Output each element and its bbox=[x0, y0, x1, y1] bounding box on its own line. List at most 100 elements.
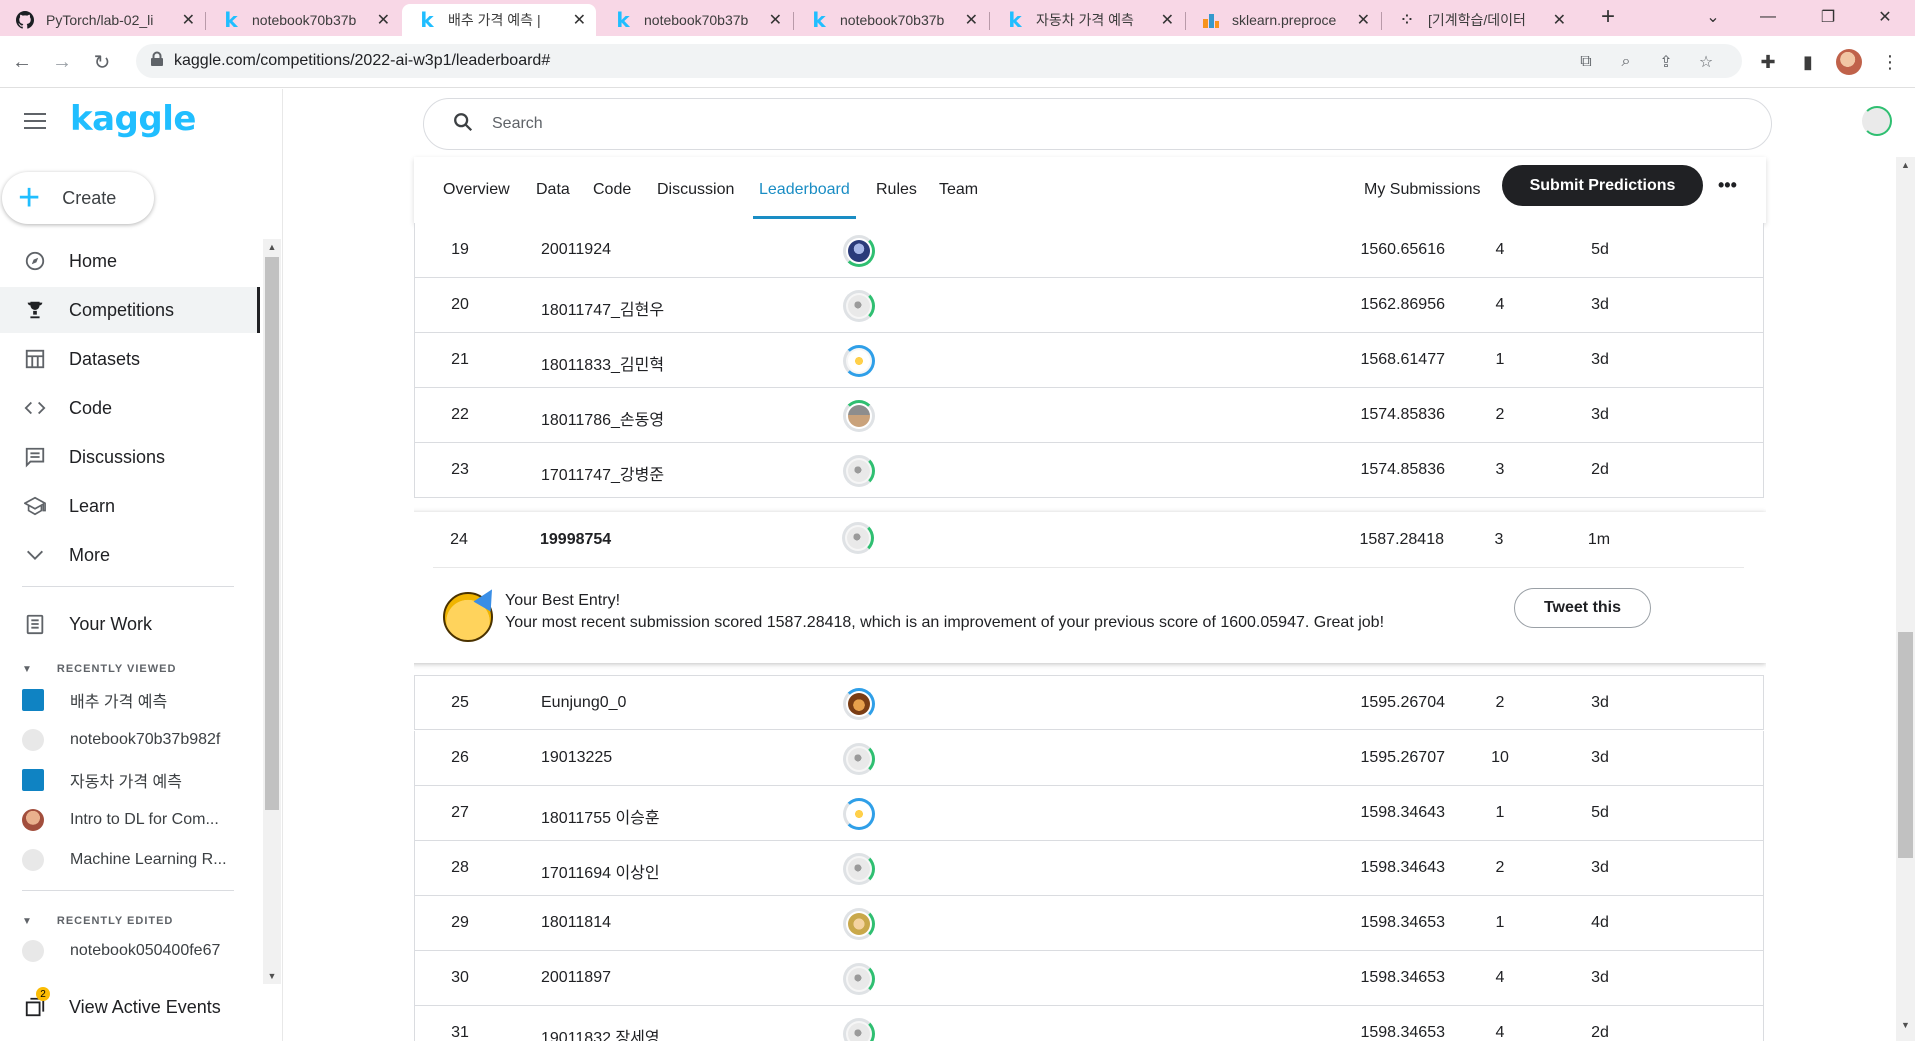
team-name-cell[interactable]: Eunjung0_0 bbox=[541, 694, 626, 712]
recent-item[interactable]: Machine Learning R... bbox=[22, 846, 262, 874]
side-panel-icon[interactable]: ▮ bbox=[1796, 50, 1820, 74]
table-row[interactable]: 19 20011924 1560.65616 4 5d bbox=[414, 223, 1764, 278]
reload-button[interactable]: ↻ bbox=[88, 48, 116, 76]
team-avatar[interactable] bbox=[843, 688, 875, 720]
zoom-icon[interactable]: ⌕ bbox=[1616, 52, 1636, 72]
table-row[interactable]: 25 Eunjung0_0 1595.26704 2 3d bbox=[414, 675, 1764, 730]
my-submissions-link[interactable]: My Submissions bbox=[1364, 181, 1480, 199]
scrollbar-thumb[interactable] bbox=[1898, 632, 1913, 858]
sidebar-item-learn[interactable]: Learn bbox=[0, 483, 260, 529]
share-icon[interactable]: ⇪ bbox=[1656, 52, 1676, 72]
team-name-cell[interactable]: 18011814 bbox=[541, 914, 611, 932]
profile-avatar[interactable] bbox=[1836, 49, 1862, 75]
browser-tab[interactable]: k notebook70b37b ✕ bbox=[206, 4, 400, 36]
new-tab-button[interactable]: + bbox=[1585, 0, 1631, 34]
sidebar-item-your-work[interactable]: Your Work bbox=[0, 601, 260, 647]
bookmark-star-icon[interactable]: ☆ bbox=[1696, 52, 1716, 72]
tab-search-chevron-icon[interactable]: ⌄ bbox=[1690, 0, 1736, 34]
close-icon[interactable]: ✕ bbox=[769, 10, 782, 30]
sidebar-item-discussions[interactable]: Discussions bbox=[0, 434, 260, 480]
restore-button[interactable]: ❐ bbox=[1805, 0, 1851, 34]
team-name-cell[interactable]: 20011897 bbox=[541, 969, 611, 987]
team-avatar[interactable] bbox=[843, 455, 875, 487]
recent-item[interactable]: notebook70b37b982f bbox=[22, 726, 262, 754]
team-avatar[interactable] bbox=[843, 400, 875, 432]
scroll-up-icon[interactable]: ▲ bbox=[263, 239, 281, 255]
team-name-cell[interactable]: 18011755 이승훈 bbox=[541, 804, 660, 828]
team-avatar[interactable] bbox=[843, 908, 875, 940]
user-avatar[interactable] bbox=[1862, 106, 1892, 136]
close-icon[interactable]: ✕ bbox=[1553, 10, 1566, 30]
team-name-cell[interactable]: 19013225 bbox=[541, 749, 612, 767]
chrome-menu-icon[interactable]: ⋮ bbox=[1878, 50, 1902, 74]
sidebar-item-code[interactable]: Code bbox=[0, 385, 260, 431]
address-bar[interactable]: kaggle.com/competitions/2022-ai-w3p1/lea… bbox=[136, 44, 1742, 78]
browser-tab[interactable]: k 자동차 가격 예측 ✕ bbox=[990, 4, 1184, 36]
table-row[interactable]: 31 19011832 장세영 1598.34653 4 2d bbox=[414, 1006, 1764, 1041]
tab-code[interactable]: Code bbox=[593, 173, 631, 207]
browser-tab[interactable]: ⁘ [기계학습/데이터 ✕ bbox=[1382, 4, 1576, 36]
close-icon[interactable]: ✕ bbox=[573, 10, 586, 30]
team-avatar[interactable] bbox=[843, 743, 875, 775]
team-name-cell[interactable]: 20011924 bbox=[541, 241, 611, 259]
team-name-cell[interactable]: 19998754 bbox=[540, 531, 611, 549]
search-input[interactable] bbox=[492, 115, 1592, 133]
close-icon[interactable]: ✕ bbox=[1357, 10, 1370, 30]
recently-edited-heading[interactable]: ▼ RECENTLY EDITED bbox=[22, 915, 173, 927]
forward-button[interactable]: → bbox=[48, 48, 76, 76]
recent-item[interactable]: 자동차 가격 예측 bbox=[22, 766, 262, 794]
team-avatar[interactable] bbox=[843, 235, 875, 267]
extensions-puzzle-icon[interactable]: ✚ bbox=[1756, 50, 1780, 74]
page-scrollbar[interactable]: ▲ ▼ bbox=[1896, 157, 1915, 1041]
tab-team[interactable]: Team bbox=[939, 173, 978, 207]
team-name-cell[interactable]: 17011694 이상인 bbox=[541, 859, 660, 883]
tab-rules[interactable]: Rules bbox=[876, 173, 917, 207]
translate-icon[interactable]: ⧉ bbox=[1576, 52, 1596, 72]
browser-tab[interactable]: sklearn.preproce ✕ bbox=[1186, 4, 1380, 36]
browser-tab[interactable]: k notebook70b37b ✕ bbox=[598, 4, 792, 36]
scroll-down-icon[interactable]: ▼ bbox=[1896, 1017, 1915, 1033]
table-row[interactable]: 23 17011747_강병준 1574.85836 3 2d bbox=[414, 443, 1764, 498]
table-row[interactable]: 30 20011897 1598.34653 4 3d bbox=[414, 951, 1764, 1006]
submit-predictions-button[interactable]: Submit Predictions bbox=[1502, 165, 1703, 206]
team-name-cell[interactable]: 18011833_김민혁 bbox=[541, 351, 664, 375]
recent-item[interactable]: 배추 가격 예측 bbox=[22, 686, 262, 714]
team-name-cell[interactable]: 17011747_강병준 bbox=[541, 461, 664, 485]
tweet-this-button[interactable]: Tweet this bbox=[1514, 588, 1651, 628]
team-name-cell[interactable]: 18011786_손동영 bbox=[541, 406, 664, 430]
sidebar-scrollbar[interactable]: ▲ ▼ bbox=[263, 239, 281, 984]
close-icon[interactable]: ✕ bbox=[377, 10, 390, 30]
tab-leaderboard[interactable]: Leaderboard bbox=[753, 173, 856, 219]
team-avatar[interactable] bbox=[843, 963, 875, 995]
kaggle-logo[interactable]: kaggle bbox=[70, 99, 196, 139]
table-row[interactable]: 21 18011833_김민혁 1568.61477 1 3d bbox=[414, 333, 1764, 388]
team-avatar[interactable] bbox=[843, 798, 875, 830]
table-row[interactable]: 29 18011814 1598.34653 1 4d bbox=[414, 896, 1764, 951]
team-name-cell[interactable]: 18011747_김현우 bbox=[541, 296, 664, 320]
sidebar-item-competitions[interactable]: Competitions bbox=[0, 287, 260, 333]
browser-tab[interactable]: k notebook70b37b ✕ bbox=[794, 4, 988, 36]
team-avatar[interactable] bbox=[843, 345, 875, 377]
minimize-button[interactable]: — bbox=[1745, 0, 1791, 34]
tab-data[interactable]: Data bbox=[536, 173, 570, 207]
back-button[interactable]: ← bbox=[8, 48, 36, 76]
team-avatar[interactable] bbox=[843, 290, 875, 322]
sidebar-item-more[interactable]: More bbox=[0, 532, 260, 578]
close-icon[interactable]: ✕ bbox=[965, 10, 978, 30]
scrollbar-thumb[interactable] bbox=[265, 257, 279, 810]
menu-icon[interactable] bbox=[24, 113, 46, 131]
table-row[interactable]: 28 17011694 이상인 1598.34643 2 3d bbox=[414, 841, 1764, 896]
team-avatar[interactable] bbox=[843, 853, 875, 885]
recent-item[interactable]: notebook050400fe67 bbox=[22, 937, 262, 965]
table-row[interactable]: 27 18011755 이승훈 1598.34643 1 5d bbox=[414, 786, 1764, 841]
team-avatar[interactable] bbox=[842, 522, 874, 554]
sidebar-item-datasets[interactable]: Datasets bbox=[0, 336, 260, 382]
window-close-button[interactable]: ✕ bbox=[1862, 0, 1908, 34]
table-row[interactable]: 26 19013225 1595.26707 10 3d bbox=[414, 731, 1764, 786]
scroll-up-icon[interactable]: ▲ bbox=[1896, 157, 1915, 173]
team-name-cell[interactable]: 19011832 장세영 bbox=[541, 1024, 660, 1041]
recent-item[interactable]: Intro to DL for Com... bbox=[22, 806, 262, 834]
close-icon[interactable]: ✕ bbox=[182, 10, 195, 30]
close-icon[interactable]: ✕ bbox=[1161, 10, 1174, 30]
sidebar-item-home[interactable]: Home bbox=[0, 238, 260, 284]
